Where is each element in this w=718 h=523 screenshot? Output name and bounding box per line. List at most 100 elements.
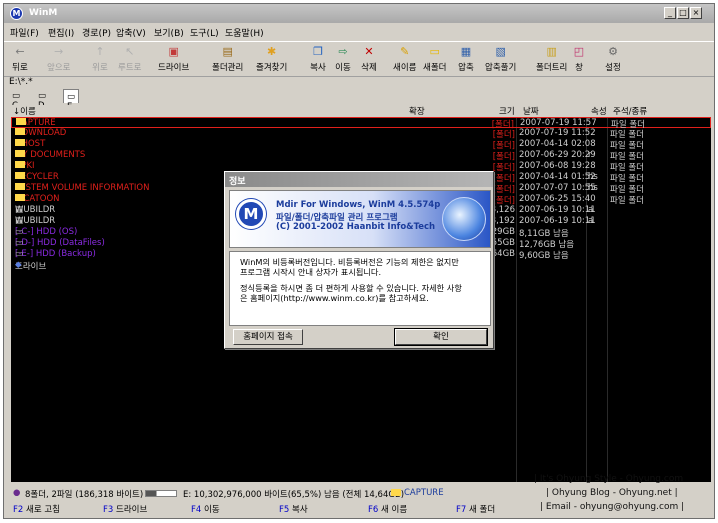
toolbar-label: 뒤로 (12, 63, 28, 73)
root-icon: ↖ (125, 45, 135, 58)
file-row[interactable]: MY DOCUMENTS [폴더] 2007-06-29 20:29 r 파일 폴더 (11, 150, 711, 162)
toolbar-label: 이동 (335, 63, 351, 73)
toolbar-move-button[interactable]: ⇨ 이동 (335, 45, 351, 73)
toolbar-folder-tree-button[interactable]: ▥ 폴더트리 (536, 45, 567, 73)
file-name-text: [-D-] HDD (DataFiles) (15, 238, 105, 248)
toolbar-forward-arrow-button[interactable]: → 앞으로 (47, 45, 70, 73)
menu-file[interactable]: 파일(F) (10, 26, 39, 39)
compress-icon: ▦ (460, 45, 472, 58)
toolbar-delete-button[interactable]: ✕ 삭제 (361, 45, 377, 73)
file-row[interactable]: CAPTURE [폴더] 2007-07-19 11:57 파일 폴더 (11, 117, 711, 130)
folder-icon (15, 172, 25, 179)
menu-help[interactable]: 도움말(H) (225, 26, 264, 39)
menu-bar: 파일(F) 편집(I) 경로(P) 압축(V) 보기(B) 도구(L) 도움말(… (4, 23, 714, 40)
file-size: 64GB (491, 249, 515, 259)
fkey-f4[interactable]: F4 이동 (191, 503, 220, 515)
file-name-text: MY DOCUMENTS (15, 150, 86, 160)
drive-icon: ▣ (168, 45, 179, 58)
ok-button[interactable]: 확인 (394, 328, 488, 346)
file-attr: a (588, 205, 594, 215)
toolbar-folder-manage-button[interactable]: ▤ 폴더관리 (212, 45, 243, 73)
window-icon: ◰ (573, 45, 585, 58)
toolbar-compress-button[interactable]: ▦ 압축 (458, 45, 474, 73)
file-name: ▭ [-E-] HDD (Backup) (15, 249, 96, 259)
title-bar[interactable]: M WinM _ □ × (4, 4, 714, 23)
toolbar-label: 새폴더 (423, 63, 447, 73)
hdd-icon: ▭ (15, 249, 24, 259)
fkey-f7[interactable]: F7 새 폴더 (456, 503, 495, 515)
file-name: ▭ [-C-] HDD (OS) (15, 227, 77, 237)
toolbar-label: 폴더트리 (536, 63, 568, 73)
col-ext[interactable]: 확장 (409, 105, 425, 117)
toolbar-label: 압축 (458, 63, 474, 73)
tab-drive-c[interactable]: ▭ C (9, 89, 23, 111)
file-date: 2007-06-29 20:29 (519, 150, 596, 160)
back-arrow-icon: ← (15, 45, 25, 58)
toolbar-back-arrow-button[interactable]: ← 뒤로 (12, 45, 28, 73)
toolbar-label: 복사 (310, 63, 326, 73)
toolbar-extract-button[interactable]: ▧ 압축풀기 (485, 45, 516, 73)
message-line: WinM의 비등록버전입니다. 비등록버전은 기능의 제한은 없지만 (240, 257, 459, 267)
toolbar-up-arrow-button[interactable]: ↑ 위로 (92, 45, 108, 73)
message-line: 정식등록을 하시면 좀 더 편하게 사용할 수 있습니다. 자세한 사항 (240, 283, 462, 293)
col-kind[interactable]: 주석/종류 (613, 105, 647, 117)
toolbar-new-folder-button[interactable]: ▭ 새폴더 (423, 45, 446, 73)
menu-compress[interactable]: 압축(V) (116, 26, 146, 39)
hdd-icon: ▭ (15, 238, 24, 248)
toolbar-root-button[interactable]: ↖ 루트로 (118, 45, 141, 73)
toolbar-window-button[interactable]: ◰ 창 (571, 45, 587, 73)
dialog-title: 정보 (225, 172, 493, 187)
toolbar-label: 폴더관리 (212, 63, 244, 73)
toolbar-copy-button[interactable]: ❐ 복사 (310, 45, 326, 73)
toolbar-drive-button[interactable]: ▣ 드라이브 (158, 45, 189, 73)
fkey-key: F3 (103, 505, 116, 515)
status-icon: ● (13, 488, 21, 498)
folder-icon (15, 128, 25, 135)
col-size[interactable]: 크기 (499, 105, 515, 117)
file-name: MY DOCUMENTS (15, 150, 85, 160)
move-icon: ⇨ (338, 45, 348, 58)
menu-edit[interactable]: 편집(I) (48, 26, 74, 39)
toolbar-label: 창 (575, 63, 583, 73)
toolbar-label: 새이름 (393, 63, 417, 73)
close-button[interactable]: × (690, 7, 702, 19)
minimize-button[interactable]: _ (664, 7, 676, 19)
file-row[interactable]: GHOST [폴더] 2007-04-14 02:08 파일 폴더 (11, 139, 711, 151)
file-date: 2007-06-25 15:40 (519, 194, 596, 204)
col-attr[interactable]: 속성 (591, 105, 607, 117)
toolbar-favorites-button[interactable]: ✱ 즐겨찾기 (256, 45, 287, 73)
fkey-key: F7 (456, 505, 469, 515)
dialog-banner: M Mdir For Windows, WinM 4.5.574p 파일/폴더/… (229, 190, 491, 248)
fkey-f5[interactable]: F5 복사 (279, 503, 308, 515)
file-name: ▭ [-D-] HDD (DataFiles) (15, 238, 105, 248)
fkey-f6[interactable]: F6 새 이름 (368, 503, 407, 515)
toolbar-label: 루트로 (118, 63, 142, 73)
column-header: ↓이름 확장 크기 날짜 속성 주석/종류 (11, 105, 711, 117)
menu-tools[interactable]: 도구(L) (190, 26, 219, 39)
fkey-f2[interactable]: F2 새로 고침 (13, 503, 60, 515)
homepage-button[interactable]: 홈페이지 접속 (233, 329, 303, 345)
rename-icon: ✎ (400, 45, 410, 58)
file-size: 8,192 (490, 216, 515, 226)
toolbar: ← 뒤로 → 앞으로 ↑ 위로 ↖ 루트로 ▣ 드라이브 ▤ 폴더관리 ✱ 즐겨찾기 ❐ 복사 ⇨ 이동 ✕ 삭제 ✎ 새… (4, 41, 714, 77)
tab-drive-e[interactable]: ▭ E (63, 89, 80, 112)
file-name-text: [-E-] HDD (Backup) (15, 249, 96, 259)
col-date[interactable]: 날짜 (523, 105, 539, 117)
about-dialog: 정보 M Mdir For Windows, WinM 4.5.574p 파일/… (224, 171, 494, 349)
extract-icon: ▧ (495, 45, 506, 58)
menu-view[interactable]: 보기(B) (154, 26, 184, 39)
maximize-button[interactable]: □ (677, 7, 689, 19)
menu-path[interactable]: 경로(P) (82, 26, 111, 39)
favorites-icon: ✱ (267, 45, 277, 58)
folder-manage-icon: ▤ (222, 45, 233, 58)
banner-line-1: Mdir For Windows, WinM 4.5.574p (276, 200, 441, 210)
col-name[interactable]: ↓이름 (13, 105, 36, 117)
file-row[interactable]: DOWNLOAD [폴더] 2007-07-19 11:52 파일 폴더 (11, 128, 711, 140)
file-size: 55GB (491, 238, 515, 248)
tab-drive-d[interactable]: ▭ D (35, 89, 49, 111)
file-icon: ▤ (15, 216, 24, 226)
folder-icon (15, 161, 25, 168)
fkey-f3[interactable]: F3 드라이브 (103, 503, 147, 515)
toolbar-rename-button[interactable]: ✎ 새이름 (393, 45, 416, 73)
toolbar-settings-button[interactable]: ⚙ 설정 (605, 45, 621, 73)
